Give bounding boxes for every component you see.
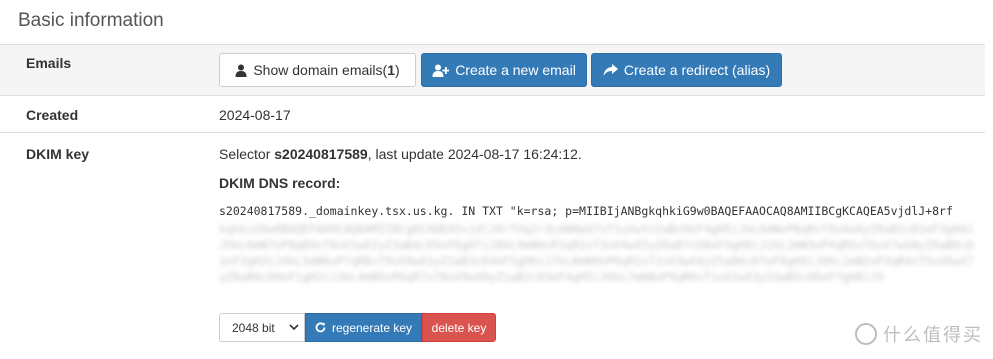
dkim-selector-line: Selector s20240817589, last update 2024-… <box>219 146 582 162</box>
created-label: Created <box>26 107 79 123</box>
info-table: Emails Show domain emails (1) Create a n… <box>0 44 985 359</box>
create-redirect-button[interactable]: Create a redirect (alias) <box>591 53 782 87</box>
page-title: Basic information <box>18 10 164 31</box>
created-value: 2024-08-17 <box>219 107 291 123</box>
user-plus-icon <box>432 64 450 77</box>
dkim-selector: s20240817589 <box>274 146 368 162</box>
show-count-close: ) <box>394 62 400 78</box>
emails-row: Emails Show domain emails (1) Create a n… <box>0 45 985 96</box>
user-icon <box>235 64 247 77</box>
dns-record-heading: DKIM DNS record: <box>219 175 341 191</box>
create-redirect-label: Create a redirect (alias) <box>623 62 771 78</box>
delete-key-label: delete key <box>431 320 487 335</box>
key-size-value: 2048 bit <box>232 320 275 335</box>
dns-record-text[interactable]: s20240817589._domainkey.tsx.us.kg. IN TX… <box>219 203 979 219</box>
dkim-label: DKIM key <box>26 146 90 162</box>
dkim-row: DKIM key Selector s20240817589, last upd… <box>0 133 985 359</box>
watermark-logo-icon <box>855 323 877 345</box>
selector-prefix: Selector <box>219 146 275 162</box>
emails-label: Emails <box>26 55 72 71</box>
created-row: Created 2024-08-17 <box>0 96 985 133</box>
regenerate-key-button[interactable]: regenerate key <box>305 313 422 342</box>
selector-suffix: , last update 2024-08-17 16:24:12. <box>367 146 582 162</box>
watermark-text: 什么值得买 <box>883 325 983 345</box>
show-domain-emails-label: Show domain emails <box>253 62 383 78</box>
delete-key-button[interactable]: delete key <box>422 313 496 342</box>
show-domain-emails-button[interactable]: Show domain emails (1) <box>219 53 416 87</box>
domain-emails-count: 1 <box>387 62 395 78</box>
chevron-down-icon <box>289 324 299 331</box>
regenerate-key-label: regenerate key <box>331 320 413 335</box>
key-size-select[interactable]: 2048 bit <box>219 313 305 342</box>
watermark: 什么值得买 <box>855 321 983 347</box>
dns-record-redacted: kqhkiG9w0BAQEFAAOCAQ8AMIIBCgKCAQEA5vjdlJ… <box>219 222 974 284</box>
refresh-icon <box>315 322 326 333</box>
share-arrow-icon <box>603 63 618 76</box>
create-email-button[interactable]: Create a new email <box>421 53 587 87</box>
create-email-label: Create a new email <box>455 62 576 78</box>
